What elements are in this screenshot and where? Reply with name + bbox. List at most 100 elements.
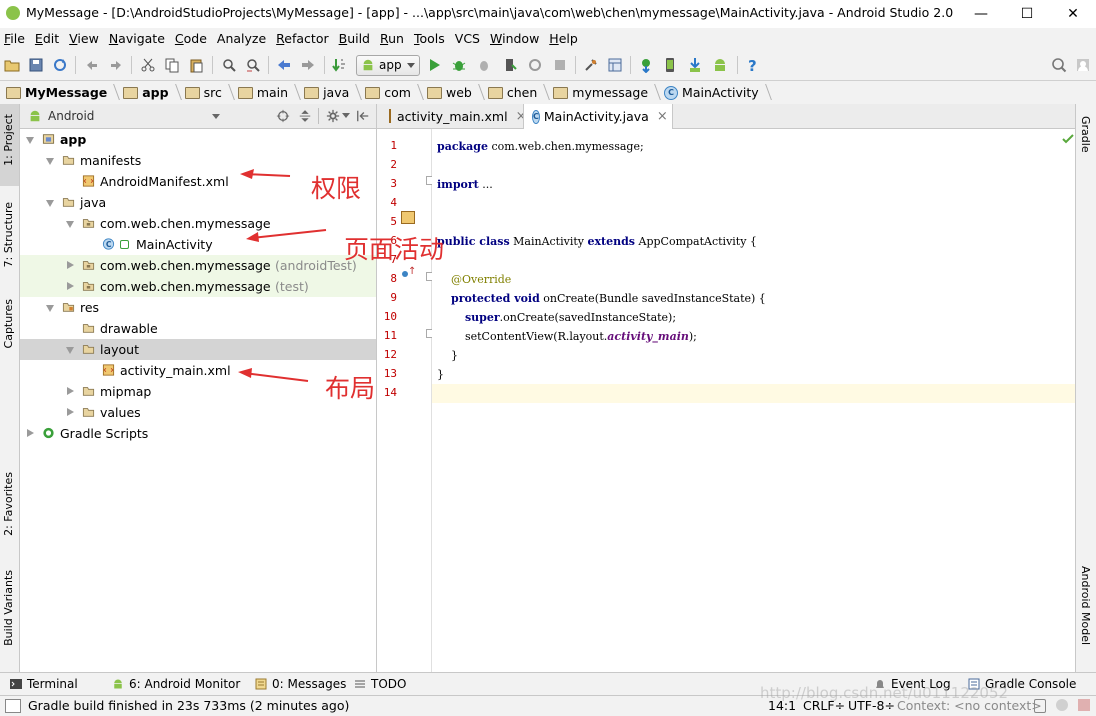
tool-tab-terminal[interactable]: Terminal xyxy=(10,677,78,691)
tree-node[interactable]: com.web.chen.mymessage (androidTest) xyxy=(20,255,376,276)
chevron-down-icon[interactable] xyxy=(342,111,350,119)
user-icon[interactable] xyxy=(1075,57,1091,73)
breadcrumb-item[interactable]: C MainActivity xyxy=(658,81,769,104)
menu-item-window[interactable]: Window xyxy=(486,28,545,50)
tree-node[interactable]: layout xyxy=(20,339,376,360)
paste-icon[interactable] xyxy=(188,57,204,73)
tool-tab-build-variants[interactable]: Build Variants xyxy=(2,570,15,646)
close-icon[interactable]: × xyxy=(657,109,668,124)
expand-arrow-icon[interactable] xyxy=(66,221,74,228)
collapse-arrow-icon[interactable] xyxy=(67,408,74,416)
tree-node[interactable]: activity_main.xml xyxy=(20,360,376,381)
find-icon[interactable] xyxy=(221,57,237,73)
collapse-all-icon[interactable] xyxy=(298,109,312,123)
collapse-arrow-icon[interactable] xyxy=(27,429,34,437)
collapse-arrow-icon[interactable] xyxy=(67,387,74,395)
tool-tab-captures[interactable]: Captures xyxy=(2,299,15,348)
tool-tab-android-monitor[interactable]: 6: Android Monitor xyxy=(112,677,240,691)
sync-icon[interactable] xyxy=(52,57,68,73)
close-button[interactable]: ✕ xyxy=(1050,0,1096,28)
tree-node[interactable]: manifests xyxy=(20,150,376,171)
avd-manager-icon[interactable] xyxy=(662,57,678,73)
breadcrumb-item[interactable]: mymessage xyxy=(547,81,658,104)
menu-item-help[interactable]: Help xyxy=(545,28,584,50)
tool-tab-structure[interactable]: 7: Structure xyxy=(2,202,15,267)
menu-item-code[interactable]: Code xyxy=(171,28,213,50)
menu-item-build[interactable]: Build xyxy=(335,28,376,50)
tool-tab-messages[interactable]: 0: Messages xyxy=(255,677,346,691)
menu-item-analyze[interactable]: Analyze xyxy=(213,28,272,50)
menu-item-file[interactable]: File xyxy=(0,28,31,50)
collapse-arrow-icon[interactable] xyxy=(67,282,74,290)
undo-icon[interactable] xyxy=(84,57,100,73)
expand-arrow-icon[interactable] xyxy=(46,158,54,165)
expand-arrow-icon[interactable] xyxy=(46,200,54,207)
sdk-manager-icon[interactable] xyxy=(687,57,703,73)
redo-icon[interactable] xyxy=(108,57,124,73)
tree-node[interactable]: res xyxy=(20,297,376,318)
tree-node[interactable]: values xyxy=(20,402,376,423)
back-icon[interactable] xyxy=(276,57,292,73)
tree-node[interactable]: C MainActivity xyxy=(20,234,376,255)
run-configuration-select[interactable]: app xyxy=(356,55,420,76)
hide-panel-icon[interactable] xyxy=(356,109,370,123)
tree-node[interactable]: app xyxy=(20,129,376,150)
make-project-icon[interactable] xyxy=(332,57,348,73)
save-icon[interactable] xyxy=(28,57,44,73)
breadcrumb-item[interactable]: MyMessage xyxy=(0,81,117,104)
cut-icon[interactable] xyxy=(140,57,156,73)
memory-indicator-icon[interactable] xyxy=(1078,699,1090,711)
tree-node[interactable]: com.web.chen.mymessage (test) xyxy=(20,276,376,297)
expand-arrow-icon[interactable] xyxy=(66,347,74,354)
breadcrumb-item[interactable]: java xyxy=(298,81,359,104)
breadcrumb-item[interactable]: app xyxy=(117,81,178,104)
expand-arrow-icon[interactable] xyxy=(46,305,54,312)
open-folder-icon[interactable] xyxy=(4,57,20,73)
breadcrumb-item[interactable]: src xyxy=(179,81,232,104)
tree-node[interactable]: mipmap xyxy=(20,381,376,402)
sync-gradle-icon[interactable] xyxy=(638,57,654,73)
lock-icon[interactable] xyxy=(1034,699,1046,713)
breadcrumb-item[interactable]: web xyxy=(421,81,482,104)
inspector-icon[interactable] xyxy=(1056,699,1068,711)
breadcrumb-item[interactable]: com xyxy=(359,81,421,104)
toggle-tool-windows-icon[interactable] xyxy=(5,699,21,713)
menu-item-run[interactable]: Run xyxy=(376,28,410,50)
search-everywhere-icon[interactable] xyxy=(1051,57,1067,73)
menu-item-refactor[interactable]: Refactor xyxy=(272,28,334,50)
tree-node[interactable]: Gradle Scripts xyxy=(20,423,376,444)
project-view-select[interactable]: Android xyxy=(24,107,222,125)
collapse-arrow-icon[interactable] xyxy=(67,261,74,269)
android-device-monitor-icon[interactable] xyxy=(712,57,728,73)
code-editor[interactable]: package com.web.chen.mymessage; import ..… xyxy=(432,129,1075,672)
menu-item-vcs[interactable]: VCS xyxy=(451,28,486,50)
maximize-button[interactable]: ☐ xyxy=(1004,0,1050,28)
forward-icon[interactable] xyxy=(300,57,316,73)
tool-tab-project[interactable]: 1: Project xyxy=(2,114,15,166)
run-icon[interactable] xyxy=(426,57,442,73)
menu-item-edit[interactable]: Edit xyxy=(31,28,65,50)
breadcrumb-item[interactable]: chen xyxy=(482,81,547,104)
project-structure-icon[interactable] xyxy=(607,57,623,73)
minimize-button[interactable]: — xyxy=(958,0,1004,28)
help-icon[interactable]: ? xyxy=(745,57,761,73)
tool-tab-todo[interactable]: TODO xyxy=(354,677,406,691)
tool-tab-android-model[interactable]: Android Model xyxy=(1079,566,1092,645)
replace-icon[interactable] xyxy=(245,57,261,73)
breadcrumb-item[interactable]: main xyxy=(232,81,298,104)
tool-tab-gradle[interactable]: Gradle xyxy=(1079,116,1092,153)
tool-tab-favorites[interactable]: 2: Favorites xyxy=(2,472,15,536)
menu-item-tools[interactable]: Tools xyxy=(410,28,451,50)
rerun-icon[interactable] xyxy=(527,57,543,73)
copy-icon[interactable] xyxy=(164,57,180,73)
menu-item-navigate[interactable]: Navigate xyxy=(105,28,171,50)
editor-tab[interactable]: C MainActivity.java × xyxy=(523,104,673,129)
attach-debugger-icon[interactable] xyxy=(476,57,492,73)
scroll-from-source-icon[interactable] xyxy=(276,109,290,123)
editor-tab[interactable]: activity_main.xml × xyxy=(381,104,526,128)
tree-node[interactable]: drawable xyxy=(20,318,376,339)
menu-item-view[interactable]: View xyxy=(65,28,105,50)
settings-icon[interactable] xyxy=(583,57,599,73)
stop-icon[interactable] xyxy=(552,57,568,73)
gear-icon[interactable] xyxy=(326,109,340,123)
